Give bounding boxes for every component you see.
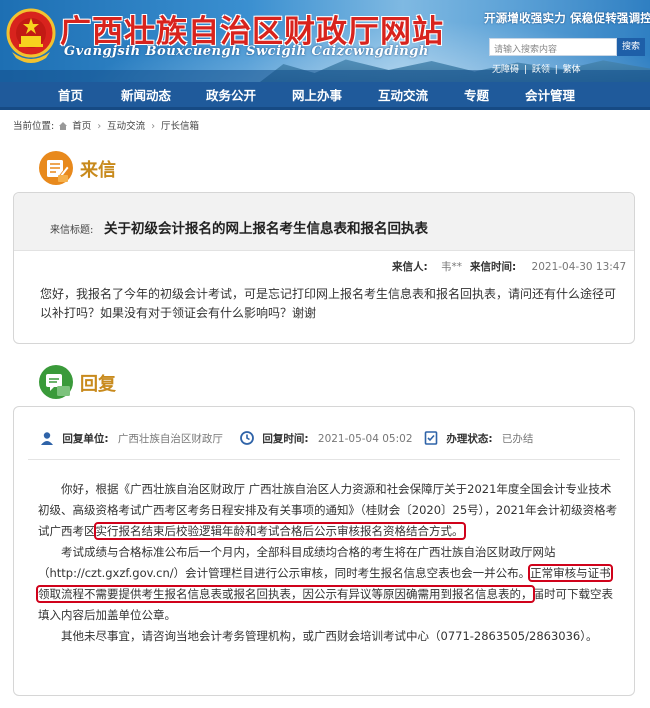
site-subtitle: Gvangjsih Bouxcuengh Swcigih Caizcwngdin… xyxy=(64,44,429,59)
site-slogan: 开源增收强实力 保稳促转强调控 xyxy=(484,11,650,25)
traditional-chinese-link[interactable]: 繁体 xyxy=(563,65,581,75)
letter-sender: 来信人: 韦** xyxy=(392,261,463,273)
reply-paragraph-3: 其他未尽事宜，请咨询当地会计考务管理机构，或广西财会培训考试中心（0771-28… xyxy=(61,629,598,643)
reply-body: 你好，根据《广西壮族自治区财政厅 广西壮族自治区人力资源和社会保障厅关于2021… xyxy=(36,479,618,647)
accessibility-link[interactable]: 无障碍 xyxy=(492,65,519,75)
breadcrumb-mailbox[interactable]: 厅长信箱 xyxy=(161,121,199,132)
breadcrumb-home[interactable]: 首页 xyxy=(72,121,91,132)
nav-item-home[interactable]: 首页 xyxy=(58,82,83,110)
highlighted-text: 正常审核与证书 xyxy=(528,564,613,582)
letter-time: 来信时间: 2021-04-30 13:47 xyxy=(470,261,627,273)
reply-time: 回复时间: 2021-05-04 05:02 xyxy=(240,431,413,446)
letter-title-label: 来信标题: xyxy=(50,225,94,236)
letter-titlebar: 来信标题: 关于初级会计报名的网上报名考生信息表和报名回执表 xyxy=(14,193,634,251)
reply-panel: 回复单位: 广西壮族自治区财政厅 回复时间: 2021-05-04 05:02 … xyxy=(13,406,635,696)
search-button[interactable]: 搜索 xyxy=(617,38,645,56)
letter-pen-icon xyxy=(39,151,73,185)
search-input[interactable]: 请输入搜索内容 xyxy=(489,38,617,56)
user-icon xyxy=(41,432,53,445)
nav-item-online-services[interactable]: 网上办事 xyxy=(292,82,342,110)
site-header: 广西壮族自治区财政厅网站 Gvangjsih Bouxcuengh Swcigi… xyxy=(0,0,650,82)
clock-icon xyxy=(240,431,254,445)
highlighted-text: 领取流程不需要提供考生报名信息表或报名回执表，因公示有异议等原因确需用到报名信息… xyxy=(36,585,535,603)
nav-item-gov-info[interactable]: 政务公开 xyxy=(206,82,256,110)
reply-section-label: 回复 xyxy=(80,374,116,395)
letter-title: 关于初级会计报名的网上报名考生信息表和报名回执表 xyxy=(104,221,428,237)
reply-chat-icon xyxy=(39,365,73,399)
letter-body: 您好，我报名了今年的初级会计考试，可是忘记打印网上报名考生信息表和报名回执表，请… xyxy=(40,287,617,320)
checklist-icon xyxy=(424,431,438,445)
highlighted-text: 实行报名结束后校验逻辑年龄和考试合格后公示审核报名资格结合方式。 xyxy=(93,522,466,540)
reply-unit: 回复单位: 广西壮族自治区财政厅 xyxy=(40,431,223,446)
letter-section-label: 来信 xyxy=(80,160,116,181)
reply-status: 办理状态: 已办结 xyxy=(424,431,533,446)
home-icon xyxy=(59,122,68,130)
nav-item-accounting[interactable]: 会计管理 xyxy=(525,82,575,110)
fold-link[interactable]: 跃领 xyxy=(532,65,550,75)
letter-panel: 来信标题: 关于初级会计报名的网上报名考生信息表和报名回执表 来信人: 韦** … xyxy=(13,192,635,344)
reply-paragraph-1: 你好，根据《广西壮族自治区财政厅 广西壮族自治区人力资源和社会保障厅关于2021… xyxy=(38,482,618,540)
nav-item-interaction[interactable]: 互动交流 xyxy=(378,82,428,110)
reply-paragraph-2: 考试成绩与合格标准公布后一个月内，全部科目成绩均合格的考生将在广西壮族自治区财政… xyxy=(36,545,613,622)
nav-item-news[interactable]: 新闻动态 xyxy=(121,82,171,110)
breadcrumb-interaction[interactable]: 互动交流 xyxy=(107,121,145,132)
national-emblem-icon xyxy=(6,8,56,63)
breadcrumb: 当前位置: 首页 › 互动交流 › 厅长信箱 xyxy=(13,121,200,132)
nav-item-topics[interactable]: 专题 xyxy=(464,82,489,110)
quick-links: 无障碍 | 跃领 | 繁体 xyxy=(492,65,581,75)
main-nav: 首页 新闻动态 政务公开 网上办事 互动交流 专题 会计管理 xyxy=(0,82,650,110)
